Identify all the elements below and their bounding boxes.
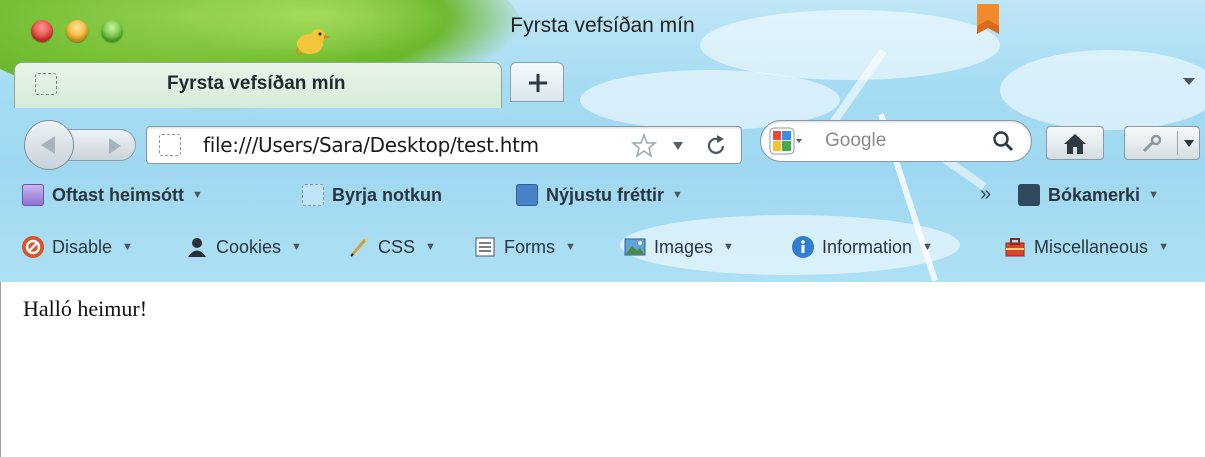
star-icon[interactable] — [631, 133, 657, 159]
dropdown-arrow-icon: ▼ — [192, 189, 203, 201]
dropdown-arrow-icon: ▼ — [1148, 189, 1159, 201]
blank-page-icon — [159, 134, 181, 156]
form-icon — [475, 237, 495, 257]
webdev-label: Disable — [52, 236, 113, 257]
webdev-miscellaneous-menu[interactable]: Miscellaneous ▼ — [1004, 232, 1169, 262]
plus-icon — [529, 74, 547, 92]
dropdown-arrow-icon: ▼ — [122, 241, 133, 253]
toolbox-icon — [1005, 238, 1025, 257]
dropdown-arrow-icon: ▼ — [672, 189, 683, 201]
webdev-label: Images — [654, 236, 714, 257]
bookmark-getting-started[interactable]: Byrja notkun — [302, 180, 442, 210]
dropdown-arrow-icon[interactable] — [672, 141, 684, 151]
back-arrow-icon — [41, 136, 55, 154]
window-title: Fyrsta vefsíðan mín — [510, 14, 695, 37]
webdev-css-menu[interactable]: CSS ▼ — [348, 232, 436, 262]
home-icon — [1064, 134, 1086, 154]
webdev-images-menu[interactable]: Images ▼ — [624, 232, 734, 262]
webdev-cookies-menu[interactable]: Cookies ▼ — [186, 232, 302, 262]
disable-icon — [22, 236, 44, 258]
tab-title: Fyrsta vefsíðan mín — [167, 73, 346, 94]
forward-arrow-icon — [109, 138, 121, 154]
flag-icon — [977, 4, 999, 34]
info-icon — [792, 236, 814, 258]
page-body-text: Halló heimur! — [23, 296, 148, 321]
webdev-forms-menu[interactable]: Forms ▼ — [474, 232, 576, 262]
home-button[interactable] — [1046, 126, 1104, 160]
bookmarks-overflow-button[interactable]: » — [980, 183, 991, 206]
pencil-icon — [350, 237, 369, 257]
button-separator — [1177, 131, 1178, 155]
blank-page-icon — [302, 184, 324, 206]
bookmark-label: Byrja notkun — [332, 184, 443, 205]
dropdown-arrow-icon: ▼ — [723, 241, 734, 253]
cloud-decoration — [1000, 50, 1205, 130]
webdev-label: CSS — [378, 236, 416, 257]
webdev-disable-menu[interactable]: Disable ▼ — [22, 232, 133, 262]
forward-button[interactable] — [66, 129, 136, 161]
dropdown-arrow-icon: ▼ — [922, 241, 933, 253]
bookmark-most-visited[interactable]: Oftast heimsótt ▼ — [22, 180, 203, 210]
image-icon — [624, 238, 646, 256]
google-icon[interactable] — [769, 127, 803, 155]
bookmark-label: Bókamerki — [1048, 184, 1141, 205]
dropdown-arrow-icon: ▼ — [291, 241, 302, 253]
tab-active[interactable]: Fyrsta vefsíðan mín — [14, 62, 502, 108]
bird-icon — [295, 29, 330, 55]
addon-toolbar-button[interactable] — [1124, 126, 1200, 160]
dropdown-arrow-icon: ▼ — [425, 241, 436, 253]
webdev-information-menu[interactable]: Information ▼ — [792, 232, 933, 262]
dropdown-arrow-icon[interactable] — [1184, 139, 1194, 148]
bookmark-latest-headlines[interactable]: Nýjustu fréttir ▼ — [516, 180, 683, 210]
bookmark-star-icon — [1018, 184, 1040, 206]
dropdown-arrow-icon: ▼ — [565, 241, 576, 253]
bookmark-label: Oftast heimsótt — [52, 184, 185, 205]
reload-icon[interactable] — [703, 133, 729, 159]
user-icon — [188, 238, 206, 257]
search-input[interactable]: Google — [825, 130, 886, 152]
bookmark-label: Nýjustu fréttir — [546, 184, 665, 205]
page-content: Halló heimur! — [0, 282, 1205, 457]
folder-icon — [22, 184, 44, 206]
dropdown-arrow-icon: ▼ — [1158, 241, 1169, 253]
back-button[interactable] — [24, 120, 74, 170]
webdev-label: Cookies — [216, 236, 282, 257]
webdev-label: Information — [822, 236, 913, 257]
new-tab-button[interactable] — [510, 62, 564, 102]
url-text[interactable]: file:///Users/Sara/Desktop/test.htm — [203, 133, 539, 157]
browser-chrome: Fyrsta vefsíðan mín Fyrsta vefsíðan mín — [0, 0, 1205, 282]
blank-page-icon — [35, 73, 57, 95]
search-icon[interactable] — [991, 129, 1015, 153]
chevron-down-icon[interactable] — [1180, 74, 1198, 88]
wrench-icon — [1142, 134, 1162, 153]
webdev-label: Forms — [504, 236, 555, 257]
url-bar[interactable]: file:///Users/Sara/Desktop/test.htm — [146, 126, 742, 164]
webdev-label: Miscellaneous — [1034, 236, 1149, 257]
search-bar[interactable]: Google — [760, 120, 1032, 162]
bookmarks-menu-button[interactable]: Bókamerki ▼ — [1018, 180, 1159, 210]
rss-icon — [516, 184, 538, 206]
